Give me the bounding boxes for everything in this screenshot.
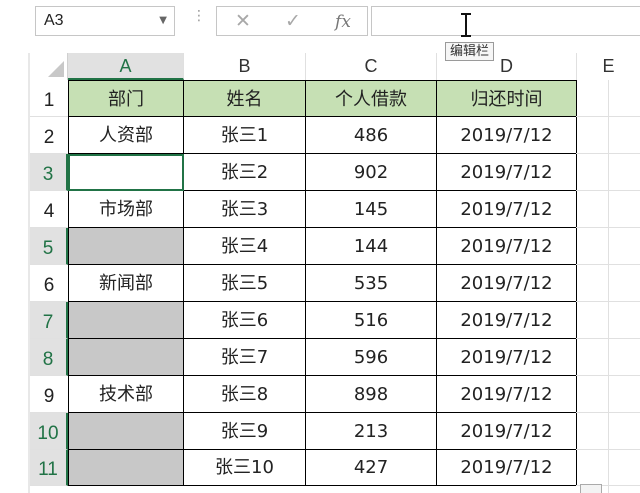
cell-c6[interactable]: 535: [306, 265, 437, 302]
spreadsheet: A B C D E 1 2 3 4 5 6 7 8 9 10 11 部门 姓名 个人借款 归还时间 人资部张…: [0, 0, 640, 493]
text-cursor-icon: [461, 13, 471, 37]
cell-a4[interactable]: 市场部: [68, 191, 184, 228]
cancel-icon[interactable]: ✕: [221, 7, 265, 35]
cell-a1[interactable]: 部门: [68, 80, 184, 117]
cell-d10[interactable]: 2019/7/12: [437, 413, 577, 450]
row-header-4[interactable]: 4: [30, 191, 68, 228]
row-header-2[interactable]: 2: [30, 117, 68, 154]
cell-a9[interactable]: 技术部: [68, 376, 184, 413]
cell-a8[interactable]: [68, 339, 184, 376]
cell-c1[interactable]: 个人借款: [306, 80, 437, 117]
cell-b10[interactable]: 张三9: [184, 413, 306, 450]
gridline: [608, 80, 609, 493]
cell-c10[interactable]: 213: [306, 413, 437, 450]
column-header-c[interactable]: C: [306, 53, 437, 80]
row-header-7[interactable]: 7: [30, 302, 68, 339]
cell-d2[interactable]: 2019/7/12: [437, 117, 577, 154]
cell-c4[interactable]: 145: [306, 191, 437, 228]
cell-d1[interactable]: 归还时间: [437, 80, 577, 117]
row-header-8[interactable]: 8: [30, 339, 68, 376]
cell-b11[interactable]: 张三10: [184, 450, 306, 486]
row-header-10[interactable]: 10: [30, 413, 68, 450]
cell-a6[interactable]: 新闻部: [68, 265, 184, 302]
formula-buttons: ✕ ✓ fx: [216, 6, 368, 36]
cell-b2[interactable]: 张三1: [184, 117, 306, 154]
cell-b4[interactable]: 张三3: [184, 191, 306, 228]
enter-icon[interactable]: ✓: [271, 7, 315, 35]
select-all-button[interactable]: [30, 53, 68, 80]
cell-d11[interactable]: 2019/7/12: [437, 450, 577, 486]
cell-a5[interactable]: [68, 228, 184, 265]
column-header-a[interactable]: A: [68, 53, 184, 80]
row-header-5[interactable]: 5: [30, 228, 68, 265]
cell-c3[interactable]: 902: [306, 154, 437, 191]
cell-c7[interactable]: 516: [306, 302, 437, 339]
cell-a10[interactable]: [68, 413, 184, 450]
cell-d7[interactable]: 2019/7/12: [437, 302, 577, 339]
sheet-scroll-handle[interactable]: [580, 484, 602, 493]
cell-d8[interactable]: 2019/7/12: [437, 339, 577, 376]
column-header-e[interactable]: E: [577, 53, 640, 80]
cell-a7[interactable]: [68, 302, 184, 339]
active-cell-border: [68, 154, 184, 191]
cell-d9[interactable]: 2019/7/12: [437, 376, 577, 413]
cell-c11[interactable]: 427: [306, 450, 437, 486]
cell-b5[interactable]: 张三4: [184, 228, 306, 265]
drag-handle-icon[interactable]: ⋮: [192, 9, 206, 23]
cell-d6[interactable]: 2019/7/12: [437, 265, 577, 302]
cell-d5[interactable]: 2019/7/12: [437, 228, 577, 265]
cell-d3[interactable]: 2019/7/12: [437, 154, 577, 191]
cell-b1[interactable]: 姓名: [184, 80, 306, 117]
name-box-value: A3: [44, 12, 64, 29]
cell-c8[interactable]: 596: [306, 339, 437, 376]
insert-function-button[interactable]: fx: [321, 7, 365, 35]
cell-b3[interactable]: 张三2: [184, 154, 306, 191]
cell-b8[interactable]: 张三7: [184, 339, 306, 376]
cell-c5[interactable]: 144: [306, 228, 437, 265]
name-box[interactable]: A3 ▼: [35, 6, 175, 36]
cell-c9[interactable]: 898: [306, 376, 437, 413]
cell-a2[interactable]: 人资部: [68, 117, 184, 154]
formula-bar-tooltip: 编辑栏: [445, 42, 495, 61]
chevron-down-icon[interactable]: ▼: [159, 15, 167, 26]
cell-d4[interactable]: 2019/7/12: [437, 191, 577, 228]
column-header-b[interactable]: B: [184, 53, 306, 80]
row-header-1[interactable]: 1: [30, 80, 68, 117]
formula-bar: A3 ▼ ⋮ ✕ ✓ fx 编辑栏: [0, 0, 640, 61]
cell-a11[interactable]: [68, 450, 184, 486]
fx-icon: fx: [335, 12, 351, 32]
row-header-9[interactable]: 9: [30, 376, 68, 413]
cell-b7[interactable]: 张三6: [184, 302, 306, 339]
row-header-3[interactable]: 3: [30, 154, 68, 191]
cell-b6[interactable]: 张三5: [184, 265, 306, 302]
formula-input[interactable]: [371, 6, 640, 36]
cell-c2[interactable]: 486: [306, 117, 437, 154]
row-header-6[interactable]: 6: [30, 265, 68, 302]
cell-b9[interactable]: 张三8: [184, 376, 306, 413]
row-header-11[interactable]: 11: [30, 450, 68, 486]
left-margin: [0, 0, 30, 493]
